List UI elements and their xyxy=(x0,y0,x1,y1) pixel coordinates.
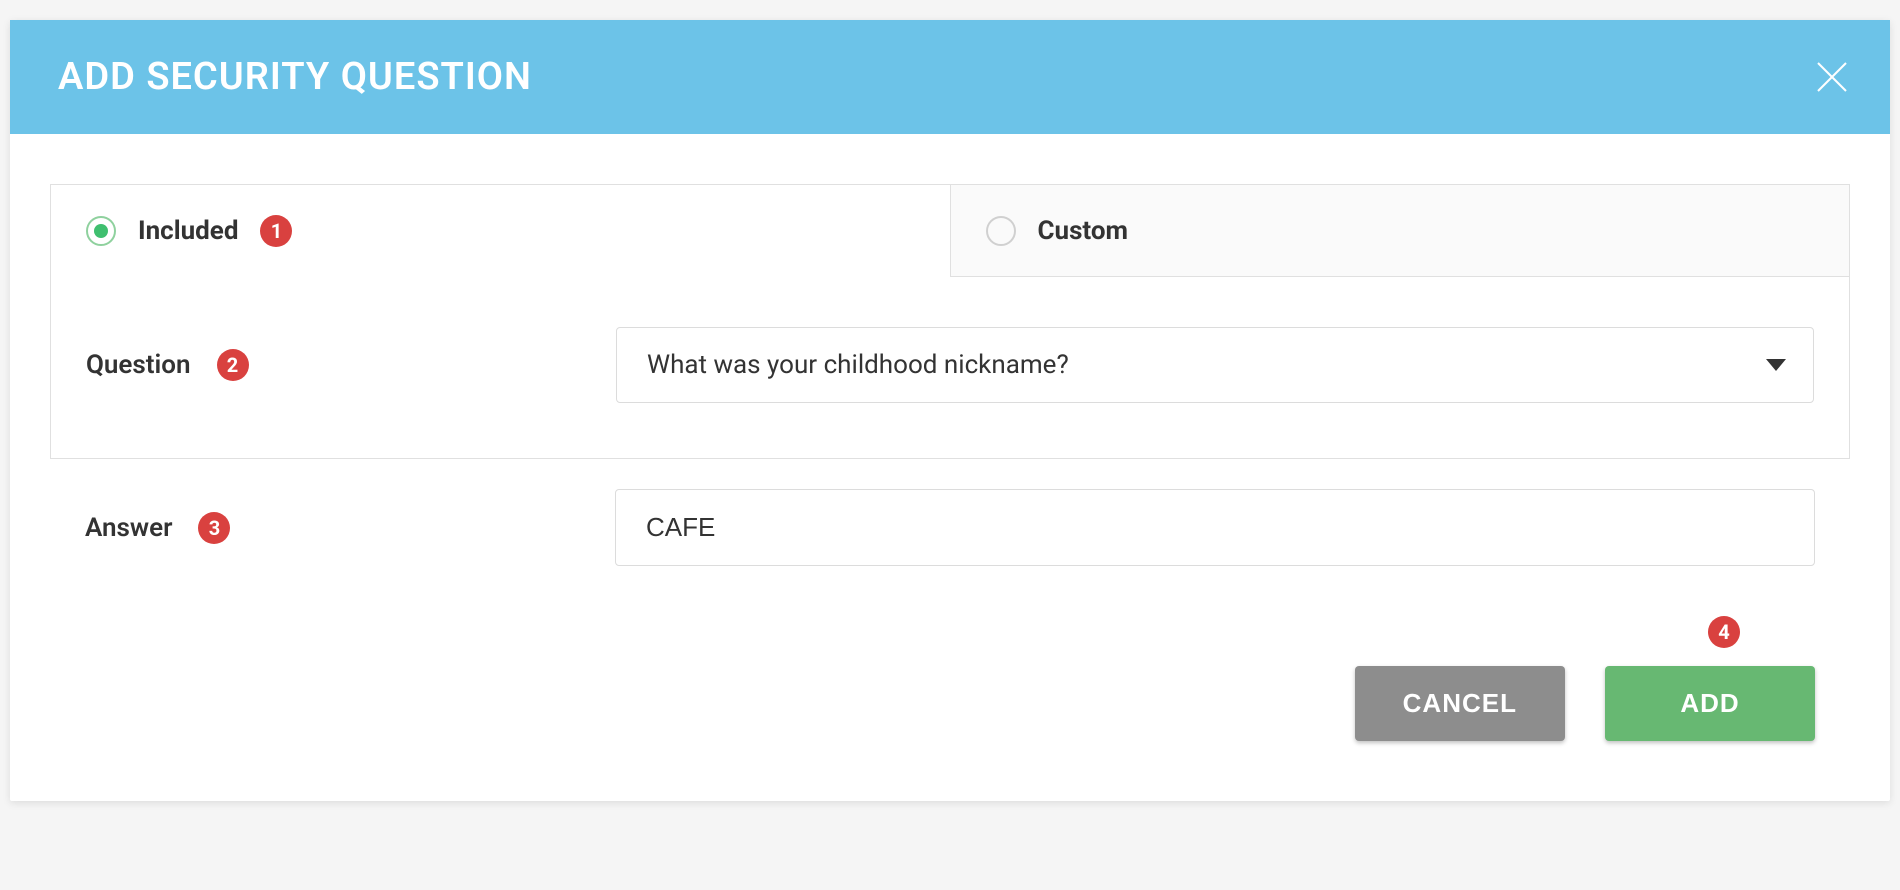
tab-included[interactable]: Included 1 xyxy=(51,185,950,277)
annotation-badge-4: 4 xyxy=(1708,616,1740,648)
answer-label: Answer xyxy=(85,513,172,543)
question-type-panel: Included 1 Custom Question 2 What was yo… xyxy=(50,184,1850,459)
answer-label-wrap: Answer 3 xyxy=(85,512,615,544)
question-row: Question 2 What was your childhood nickn… xyxy=(51,277,1849,458)
question-select-wrap: What was your childhood nickname? xyxy=(616,327,1814,403)
question-select-value: What was your childhood nickname? xyxy=(647,350,1069,380)
tab-custom[interactable]: Custom xyxy=(950,185,1850,277)
answer-input[interactable] xyxy=(615,489,1815,566)
actions-row: 4 CANCEL ADD xyxy=(50,666,1850,741)
modal-title: ADD SECURITY QUESTION xyxy=(58,55,532,99)
annotation-badge-2: 2 xyxy=(217,349,249,381)
add-security-question-modal: ADD SECURITY QUESTION Included 1 Cu xyxy=(10,20,1890,801)
radio-included[interactable] xyxy=(86,216,116,246)
radio-custom[interactable] xyxy=(986,216,1016,246)
question-select[interactable]: What was your childhood nickname? xyxy=(616,327,1814,403)
annotation-badge-1: 1 xyxy=(260,215,292,247)
chevron-down-icon xyxy=(1766,359,1786,371)
question-label: Question xyxy=(86,350,191,380)
tab-included-label: Included xyxy=(138,216,238,246)
annotation-badge-3: 3 xyxy=(198,512,230,544)
radio-dot-icon xyxy=(94,224,108,238)
question-label-wrap: Question 2 xyxy=(86,349,616,381)
modal-body: Included 1 Custom Question 2 What was yo… xyxy=(10,134,1890,801)
tabs-row: Included 1 Custom xyxy=(51,185,1849,277)
cancel-button[interactable]: CANCEL xyxy=(1355,666,1565,741)
tab-custom-label: Custom xyxy=(1038,216,1129,246)
add-button[interactable]: ADD xyxy=(1605,666,1815,741)
close-icon[interactable] xyxy=(1814,59,1850,95)
answer-row: Answer 3 xyxy=(50,459,1850,576)
modal-header: ADD SECURITY QUESTION xyxy=(10,20,1890,134)
